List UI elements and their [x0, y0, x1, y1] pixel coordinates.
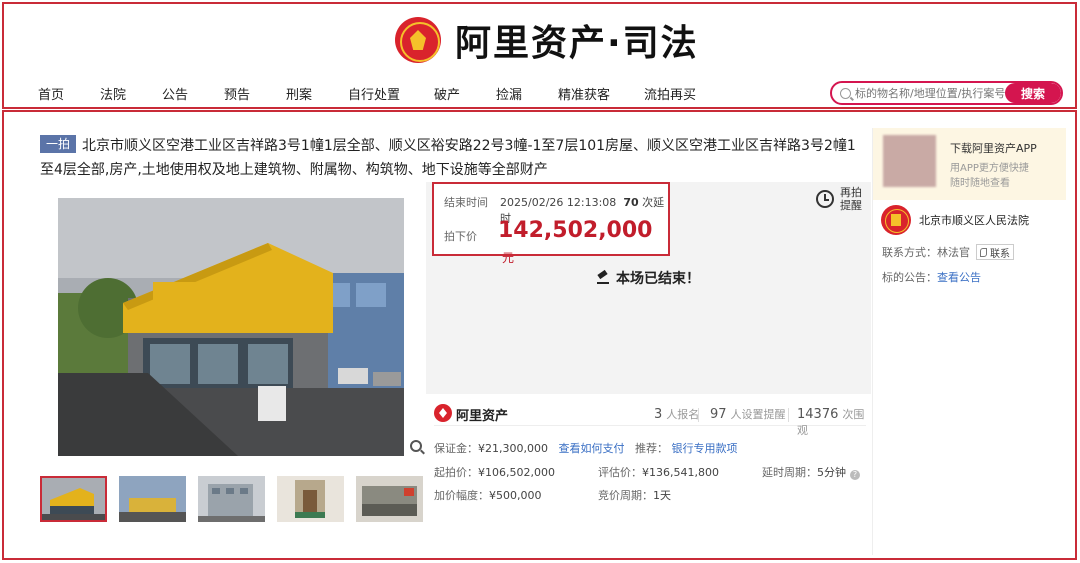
- court-emblem-icon: [881, 205, 911, 235]
- nav-item-criminal[interactable]: 刑案: [286, 84, 348, 103]
- start-price-row: 起拍价：¥106,502,000: [434, 466, 555, 479]
- court-name: 北京市顺义区人民法院: [919, 214, 1029, 227]
- signup-stat: 3 人报名: [654, 407, 700, 422]
- search-icon: [840, 87, 851, 99]
- ali-asset-logo-icon: [434, 404, 452, 422]
- help-icon[interactable]: ?: [850, 470, 860, 480]
- item-title-block: 一拍 北京市顺义区空港工业区吉祥路3号1幢1层全部、顺义区裕安路22号3幢-1至7…: [40, 134, 865, 182]
- search-input[interactable]: [855, 86, 1005, 100]
- auction-ended-status: 本场已结束！: [596, 268, 700, 288]
- nav-item-precise-leads[interactable]: 精准获客: [558, 84, 644, 103]
- court-info[interactable]: 北京市顺义区人民法院: [881, 204, 1061, 236]
- alarm-clock-icon: [816, 190, 834, 208]
- appraisal-row: 评估价：¥136,541,800: [598, 466, 719, 479]
- bank-fund-link[interactable]: 银行专用款项: [671, 442, 737, 455]
- nav-item-self-disposal[interactable]: 自行处置: [348, 84, 434, 103]
- app-download-box[interactable]: 下载阿里资产APP 用APP更方便快捷 随时随地查看: [873, 128, 1066, 200]
- remind-button[interactable]: 再拍 提醒: [816, 186, 862, 212]
- qr-code: [883, 135, 936, 187]
- thumbnail-2[interactable]: [119, 476, 186, 522]
- search-bar: 搜索: [830, 81, 1063, 105]
- nav-item-preview[interactable]: 预告: [224, 84, 286, 103]
- auction-info-panel: 阿里资产 3 人报名 97 人设置提醒 14376 次围观 保证金：¥21,300,0…: [426, 394, 871, 514]
- end-time-label: 结束时间: [444, 196, 488, 209]
- nav-item-bankruptcy[interactable]: 破产: [434, 84, 496, 103]
- final-price: 142,502,000元: [498, 218, 653, 265]
- view-notice-link[interactable]: 查看公告: [937, 269, 981, 285]
- court-emblem-icon: [395, 17, 441, 63]
- nav-item-home[interactable]: 首页: [38, 84, 100, 103]
- thumbnail-4[interactable]: [277, 476, 344, 522]
- deposit-row: 保证金：¥21,300,000 查看如何支付 推荐： 银行专用款项: [434, 442, 738, 455]
- main-nav: 首页 法院 公告 预告 刑案 自行处置 破产 捡漏 精准获客 流拍再买: [38, 84, 706, 103]
- thumbnail-strip: [40, 476, 435, 522]
- delay-row: 延时周期：5分钟?: [762, 464, 860, 480]
- search-button[interactable]: 搜索: [1005, 83, 1061, 103]
- app-download-title: 下载阿里资产APP: [950, 142, 1037, 155]
- nav-item-notice[interactable]: 公告: [162, 84, 224, 103]
- site-logo[interactable]: 阿里资产·司法: [395, 12, 699, 68]
- zoom-icon[interactable]: [410, 440, 422, 452]
- nav-item-bargain[interactable]: 捡漏: [496, 84, 558, 103]
- ali-asset-brand: 阿里资产: [456, 409, 509, 424]
- site-brand: 阿里资产·司法: [455, 23, 699, 64]
- main-photo[interactable]: [58, 198, 404, 456]
- contact-row: 联系方式： 林法官 联系: [882, 244, 1014, 260]
- increment-row: 加价幅度：¥500,000: [434, 489, 542, 502]
- notice-row: 标的公告： 查看公告: [882, 269, 981, 285]
- contact-name: 林法官: [937, 246, 970, 259]
- price-box: 结束时间 2025/02/26 12:13:08 70 次延时 拍下价 142,…: [432, 182, 670, 265]
- nav-item-court[interactable]: 法院: [100, 84, 162, 103]
- item-title: 北京市顺义区空港工业区吉祥路3号1幢1层全部、顺义区裕安路22号3幢-1至7层1…: [40, 138, 856, 178]
- deposit-help-link[interactable]: 查看如何支付: [558, 442, 624, 455]
- gavel-icon: [596, 271, 610, 285]
- nav-item-rebuy[interactable]: 流拍再买: [644, 84, 706, 103]
- extensions-count: 70: [623, 196, 639, 209]
- thumbnail-5[interactable]: [356, 476, 423, 522]
- view-stat: 14376 次围观: [797, 407, 865, 437]
- info-header: 阿里资产 3 人报名 97 人设置提醒 14376 次围观: [434, 404, 866, 437]
- reminder-stat: 97 人设置提醒: [710, 407, 786, 422]
- contact-button[interactable]: 联系: [976, 244, 1014, 260]
- auction-round-tag: 一拍: [40, 135, 77, 153]
- thumbnail-3[interactable]: [198, 476, 265, 522]
- building-photo: [58, 198, 404, 456]
- bid-cycle-row: 竞价周期：1天: [598, 489, 671, 502]
- thumbnail-1[interactable]: [40, 476, 107, 522]
- price-unit: 元: [502, 251, 515, 265]
- final-price-label: 拍下价: [444, 230, 477, 243]
- phone-icon: [980, 247, 987, 257]
- right-sidebar: 下载阿里资产APP 用APP更方便快捷 随时随地查看 北京市顺义区人民法院 联系…: [872, 128, 1066, 555]
